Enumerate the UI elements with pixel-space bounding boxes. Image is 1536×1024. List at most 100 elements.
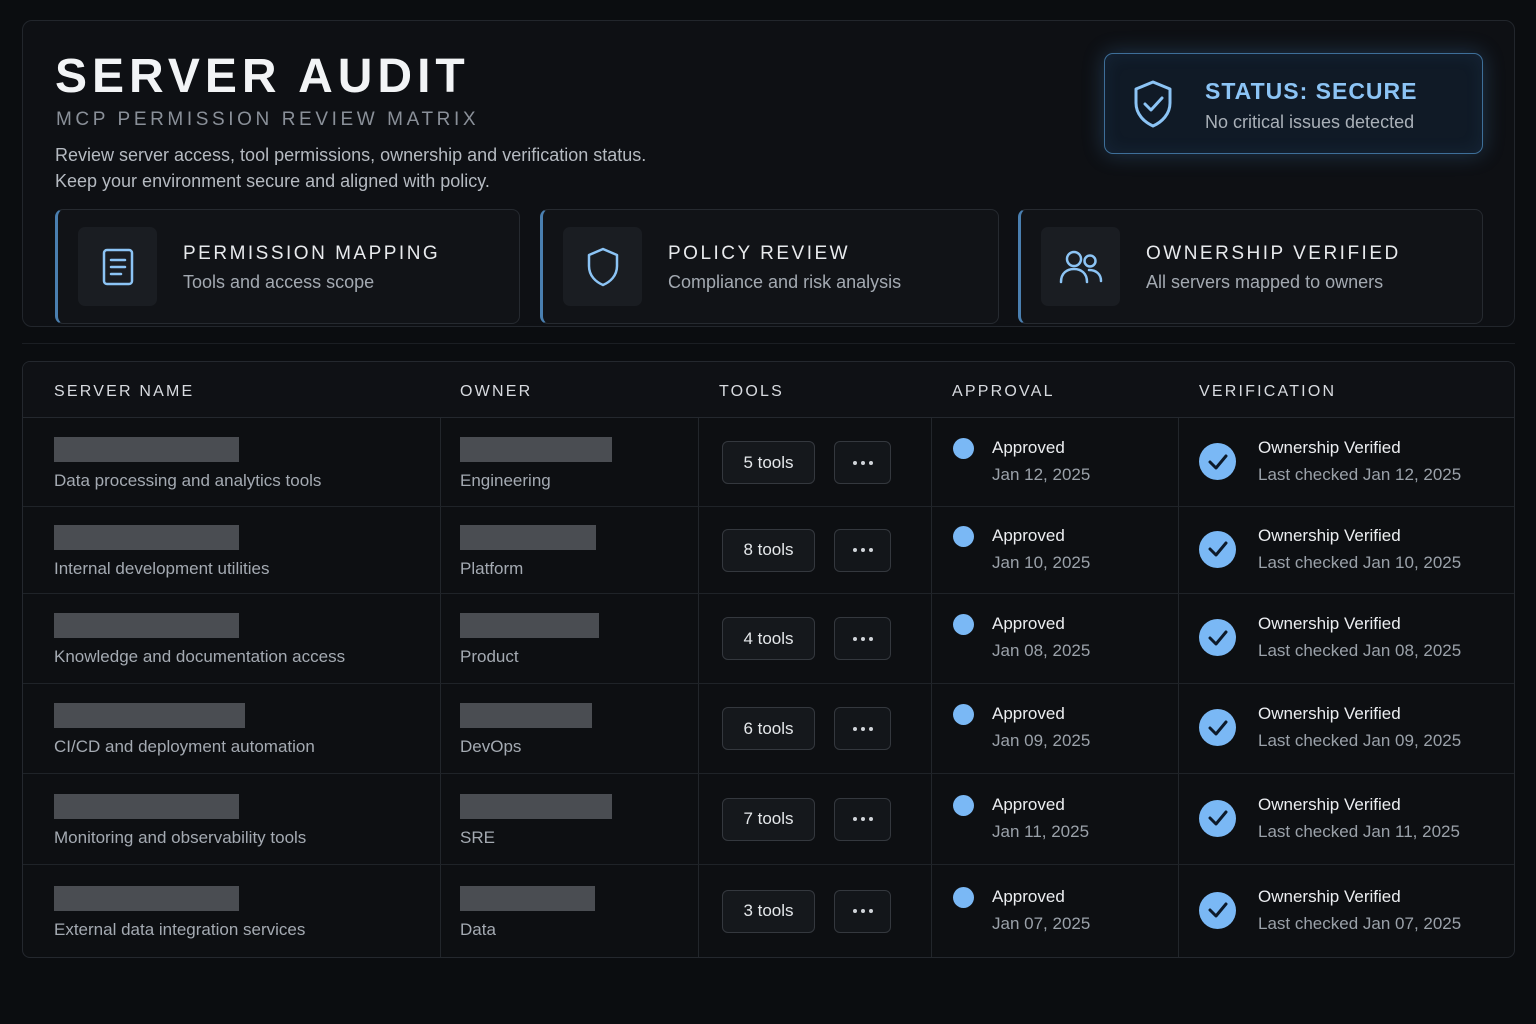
users-icon <box>1041 227 1120 306</box>
owner-team: Engineering <box>460 471 551 490</box>
verification-date: Last checked Jan 09, 2025 <box>1258 731 1462 750</box>
approval-status: Approved <box>992 704 1065 723</box>
column-header-server-name[interactable]: SERVER NAME <box>54 383 194 401</box>
description-line: Keep your environment secure and aligned… <box>55 171 490 191</box>
ellipsis-icon <box>852 548 873 552</box>
more-options-button[interactable] <box>834 528 891 572</box>
redacted-owner-name <box>460 437 612 462</box>
ellipsis-icon <box>852 636 873 641</box>
owner-team: Product <box>460 647 519 666</box>
verification-date: Last checked Jan 08, 2025 <box>1258 641 1462 660</box>
table-row[interactable]: CI/CD and deployment automation DevOps 6… <box>23 684 1514 774</box>
table-row[interactable]: Data processing and analytics tools Engi… <box>23 419 1514 507</box>
feature-card-permission-mapping: PERMISSION MAPPING Tools and access scop… <box>55 209 520 324</box>
feature-card-ownership-verified: OWNERSHIP VERIFIED All servers mapped to… <box>1018 209 1483 324</box>
page-subtitle: MCP PERMISSION REVIEW MATRIX <box>56 109 480 130</box>
feature-subtitle: Tools and access scope <box>183 272 375 292</box>
verified-check-icon <box>1199 530 1236 568</box>
tools-count-button[interactable]: 7 tools <box>722 797 815 841</box>
ellipsis-icon <box>852 460 873 465</box>
redacted-owner-name <box>460 703 592 728</box>
column-header-owner[interactable]: OWNER <box>460 383 532 401</box>
section-divider <box>22 343 1515 344</box>
more-options-button[interactable] <box>834 617 891 660</box>
server-description: Knowledge and documentation access <box>54 647 346 666</box>
redacted-owner-name <box>460 885 595 911</box>
tools-count-button[interactable]: 6 tools <box>722 707 815 750</box>
owner-team: SRE <box>460 827 495 847</box>
table-row[interactable]: External data integration services Data … <box>23 865 1514 957</box>
approval-status: Approved <box>992 794 1065 814</box>
feature-subtitle: Compliance and risk analysis <box>668 272 902 292</box>
server-description: Data processing and analytics tools <box>54 471 322 490</box>
column-header-verification[interactable]: VERIFICATION <box>1199 383 1336 401</box>
verification-status: Ownership Verified <box>1258 794 1401 814</box>
approval-date: Jan 09, 2025 <box>992 731 1091 750</box>
owner-team: Data <box>460 919 496 939</box>
ellipsis-icon <box>852 726 873 731</box>
approval-date: Jan 08, 2025 <box>992 641 1091 660</box>
approval-date: Jan 11, 2025 <box>992 821 1090 841</box>
more-options-button[interactable] <box>834 441 891 484</box>
verification-status: Ownership Verified <box>1258 704 1401 723</box>
ellipsis-icon <box>852 909 873 913</box>
verification-status: Ownership Verified <box>1258 525 1401 545</box>
tools-count-button[interactable]: 5 tools <box>722 441 815 484</box>
owner-team: DevOps <box>460 737 522 756</box>
feature-title: OWNERSHIP VERIFIED <box>1146 243 1401 264</box>
column-header-approval[interactable]: APPROVAL <box>952 383 1055 401</box>
redacted-owner-name <box>460 524 596 550</box>
verified-check-icon <box>1199 709 1236 746</box>
more-options-button[interactable] <box>834 707 891 750</box>
verification-date: Last checked Jan 07, 2025 <box>1258 913 1462 933</box>
verification-date: Last checked Jan 10, 2025 <box>1258 552 1462 572</box>
verified-check-icon <box>1199 799 1236 837</box>
shield-icon <box>563 227 642 306</box>
page-title: SERVER AUDIT <box>55 50 470 103</box>
verification-date: Last checked Jan 11, 2025 <box>1258 821 1460 841</box>
server-description: Internal development utilities <box>54 558 270 578</box>
verified-check-icon <box>1199 443 1236 480</box>
redacted-server-name <box>54 885 239 911</box>
table-row[interactable]: Knowledge and documentation access Produ… <box>23 594 1514 684</box>
approval-status-dot <box>953 438 974 459</box>
status-subtitle: No critical issues detected <box>1205 112 1415 132</box>
approval-date: Jan 10, 2025 <box>992 552 1091 572</box>
tools-count-button[interactable]: 4 tools <box>722 617 815 660</box>
page-description: Review server access, tool permissions, … <box>55 142 646 194</box>
verification-status: Ownership Verified <box>1258 438 1401 457</box>
redacted-server-name <box>54 437 239 462</box>
more-options-button[interactable] <box>834 797 891 841</box>
table-row[interactable]: Monitoring and observability tools SRE 7… <box>23 774 1514 865</box>
document-icon <box>78 227 157 306</box>
verification-status: Ownership Verified <box>1258 614 1401 633</box>
server-description: Monitoring and observability tools <box>54 827 307 847</box>
column-header-tools[interactable]: TOOLS <box>719 383 784 401</box>
redacted-server-name <box>54 793 239 819</box>
server-table: SERVER NAME OWNER TOOLS APPROVAL VERIFIC… <box>22 361 1515 958</box>
redacted-server-name <box>54 524 239 550</box>
server-description: CI/CD and deployment automation <box>54 737 315 756</box>
tools-count-button[interactable]: 8 tools <box>722 528 815 572</box>
verification-date: Last checked Jan 12, 2025 <box>1258 465 1462 484</box>
approval-status-dot <box>953 794 974 816</box>
approval-status-dot <box>953 614 974 635</box>
owner-team: Platform <box>460 558 524 578</box>
feature-title: POLICY REVIEW <box>668 243 851 264</box>
server-description: External data integration services <box>54 919 306 939</box>
description-line: Review server access, tool permissions, … <box>55 145 647 165</box>
approval-status: Approved <box>992 525 1065 545</box>
feature-subtitle: All servers mapped to owners <box>1146 272 1384 292</box>
feature-title: PERMISSION MAPPING <box>183 243 441 264</box>
table-row[interactable]: Internal development utilities Platform … <box>23 507 1514 594</box>
tools-count-button[interactable]: 3 tools <box>722 889 815 933</box>
shield-check-icon <box>1134 80 1172 128</box>
redacted-owner-name <box>460 613 599 638</box>
verified-check-icon <box>1199 891 1236 929</box>
ellipsis-icon <box>852 817 873 821</box>
feature-card-policy-review: POLICY REVIEW Compliance and risk analys… <box>540 209 999 324</box>
header-panel: SERVER AUDIT MCP PERMISSION REVIEW MATRI… <box>22 20 1515 327</box>
more-options-button[interactable] <box>834 889 891 933</box>
table-header: SERVER NAME OWNER TOOLS APPROVAL VERIFIC… <box>23 362 1514 418</box>
status-title: STATUS: SECURE <box>1205 78 1418 104</box>
